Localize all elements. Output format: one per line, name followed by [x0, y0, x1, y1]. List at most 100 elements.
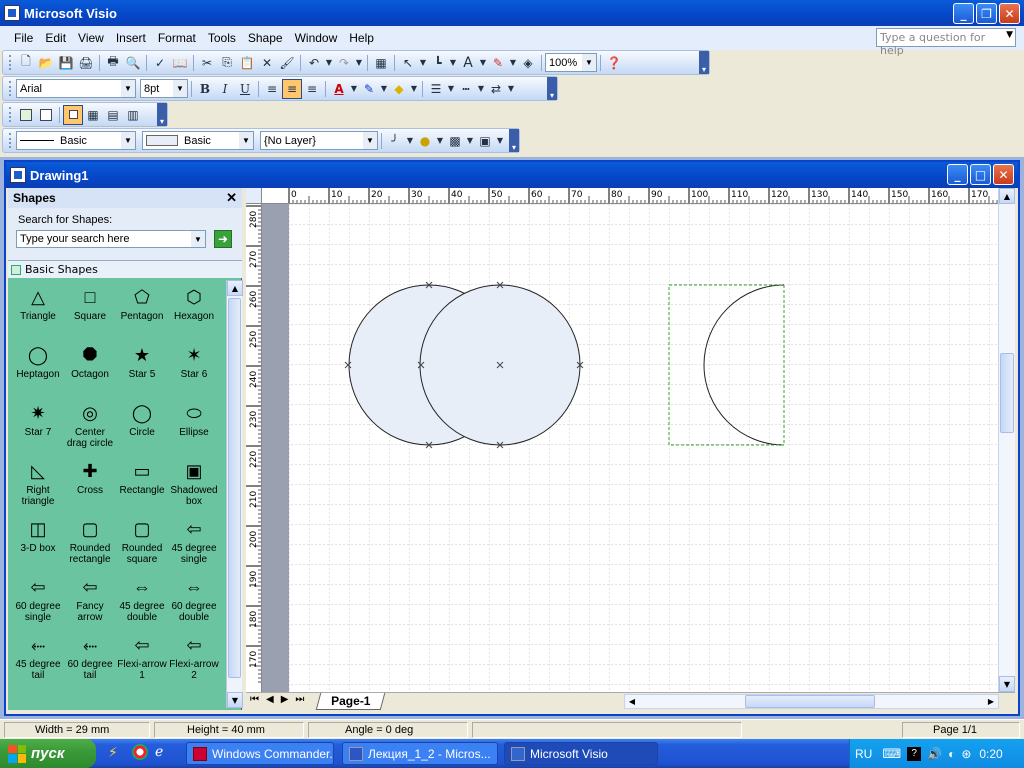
- drawing-minimize-button[interactable]: _: [947, 164, 968, 185]
- minimize-button[interactable]: _: [953, 3, 974, 24]
- fill-pattern-icon[interactable]: ▩: [445, 131, 465, 151]
- chevron-down-icon[interactable]: ▼: [582, 54, 596, 71]
- line-style-select[interactable]: Basic ▼: [16, 131, 136, 150]
- start-button[interactable]: пуск: [0, 739, 96, 768]
- chevron-down-icon[interactable]: ▼: [476, 79, 486, 99]
- stencil-header[interactable]: Basic Shapes: [8, 260, 242, 278]
- line-color-icon[interactable]: ✎: [359, 79, 379, 99]
- save-icon[interactable]: 💾: [56, 53, 76, 73]
- open-icon[interactable]: 📂: [36, 53, 56, 73]
- chevron-down-icon[interactable]: ▼: [191, 231, 205, 247]
- chevron-down-icon[interactable]: ▼: [478, 53, 488, 73]
- page-nav-arrows-icon[interactable]: ⏮◀▶⏭: [250, 694, 311, 705]
- help-icon[interactable]: ❓: [604, 53, 624, 73]
- stencil-shape[interactable]: ★ Star 5: [116, 338, 168, 381]
- stencil-shape[interactable]: ✷ Star 7: [12, 396, 64, 439]
- network-icon[interactable]: ◐: [948, 747, 955, 761]
- stencil-shape[interactable]: ▣ Shadowed box: [168, 454, 220, 508]
- menu-insert[interactable]: Insert: [110, 31, 152, 45]
- font-color-icon[interactable]: A: [329, 79, 349, 99]
- align-right-icon[interactable]: ≡: [302, 79, 322, 99]
- align-left-icon[interactable]: ≡: [262, 79, 282, 99]
- chevron-down-icon[interactable]: ▼: [448, 53, 458, 73]
- spelling-icon[interactable]: ✓: [150, 53, 170, 73]
- research-icon[interactable]: 📖: [170, 53, 190, 73]
- corner-rounding-icon[interactable]: ╯: [385, 131, 405, 151]
- align-center-icon[interactable]: ≡: [282, 78, 302, 99]
- stencil-shape[interactable]: ▢ Rounded square: [116, 512, 168, 566]
- scroll-right-icon[interactable]: ▶: [984, 695, 998, 708]
- font-select[interactable]: Arial ▼: [16, 79, 136, 98]
- permission-icon[interactable]: 🖨: [76, 53, 96, 73]
- connector-tool-icon[interactable]: ┗: [428, 53, 448, 73]
- close-icon[interactable]: ✕: [226, 190, 237, 206]
- ask-question-input[interactable]: Type a question for help ▼: [876, 28, 1016, 57]
- toolbar-options-icon[interactable]: ▾: [157, 103, 167, 126]
- scroll-thumb[interactable]: [1000, 353, 1014, 433]
- scroll-up-icon[interactable]: ▲: [227, 280, 243, 296]
- bold-icon[interactable]: B: [195, 79, 215, 99]
- volume-icon[interactable]: 🔊: [927, 747, 942, 761]
- shapes-window-icon[interactable]: ▦: [371, 53, 391, 73]
- stencil-shape[interactable]: ⬸ 60 degree tail: [64, 628, 116, 682]
- grid-icon[interactable]: ▤: [103, 105, 123, 125]
- fill-color-icon[interactable]: ◆: [389, 79, 409, 99]
- stencil-shape[interactable]: ◯ Heptagon: [12, 338, 64, 381]
- full-page-icon[interactable]: [36, 105, 56, 125]
- scroll-thumb[interactable]: [745, 695, 875, 708]
- menu-tools[interactable]: Tools: [202, 31, 242, 45]
- stencil-shape[interactable]: ✶ Star 6: [168, 338, 220, 381]
- keyboard-icon[interactable]: ⌨: [882, 746, 901, 762]
- stencil-shape[interactable]: ⇦ Flexi-arrow 2: [168, 628, 220, 682]
- menu-edit[interactable]: Edit: [39, 31, 72, 45]
- line-pattern-icon[interactable]: ┅: [456, 79, 476, 99]
- stencil-shape[interactable]: ⬠ Pentagon: [116, 280, 168, 323]
- format-painter-icon[interactable]: 🖌: [277, 53, 297, 73]
- menu-view[interactable]: View: [72, 31, 110, 45]
- shape-search-input[interactable]: Type your search here ▼: [16, 230, 206, 248]
- stencil-shape[interactable]: ⬸ 45 degree tail: [12, 628, 64, 682]
- drawing-close-button[interactable]: ✕: [993, 164, 1014, 185]
- vertical-ruler[interactable]: 280 270 260 250 240 230 220 210 200 190 180 170: [246, 204, 262, 692]
- chevron-down-icon[interactable]: ▼: [1006, 30, 1013, 40]
- drawing-tools-icon[interactable]: ✎: [488, 53, 508, 73]
- chevron-down-icon[interactable]: ▼: [506, 79, 516, 99]
- stencil-scrollbar[interactable]: ▲ ▼: [226, 280, 243, 708]
- chevron-down-icon[interactable]: ▼: [409, 79, 419, 99]
- chevron-down-icon[interactable]: ▼: [173, 80, 187, 97]
- stencil-shape[interactable]: ◺ Right triangle: [12, 454, 64, 508]
- chevron-down-icon[interactable]: ▼: [354, 53, 364, 73]
- task-windows-commander[interactable]: Windows Commander...: [186, 742, 334, 765]
- scroll-thumb[interactable]: [228, 298, 241, 678]
- menu-file[interactable]: File: [8, 31, 39, 45]
- menu-window[interactable]: Window: [289, 31, 344, 45]
- stencil-shape[interactable]: ⇔ 45 degree double: [116, 570, 168, 624]
- clock[interactable]: 0:20: [979, 747, 1002, 761]
- horizontal-ruler[interactable]: 0 10 20 30 40 50 60 70 80 90 100 110 120 130 140 150 160…: [262, 188, 998, 204]
- page-view-icon[interactable]: [16, 105, 36, 125]
- chevron-down-icon[interactable]: ▼: [121, 80, 135, 97]
- help-tray-icon[interactable]: ?: [907, 746, 922, 761]
- italic-icon[interactable]: I: [215, 79, 235, 99]
- stencil-shape[interactable]: ⯃ Octagon: [64, 338, 116, 381]
- close-button[interactable]: ✕: [999, 3, 1020, 24]
- paste-icon[interactable]: 📋: [237, 53, 257, 73]
- stencil-shape[interactable]: ◯ Circle: [116, 396, 168, 439]
- layer-select[interactable]: {No Layer} ▼: [260, 131, 378, 150]
- chevron-down-icon[interactable]: ▼: [446, 79, 456, 99]
- toolbar-options-icon[interactable]: ▾: [699, 51, 709, 74]
- drawing-icon[interactable]: [10, 167, 26, 183]
- print-preview-icon[interactable]: 🔍: [123, 53, 143, 73]
- menu-help[interactable]: Help: [343, 31, 380, 45]
- stencil-shape[interactable]: ⇦ 45 degree single: [168, 512, 220, 566]
- shadow-icon[interactable]: ▣: [475, 131, 495, 151]
- toolbar-grip[interactable]: [9, 81, 12, 96]
- font-size-select[interactable]: 8pt ▼: [140, 79, 188, 98]
- stencil-shape[interactable]: ◎ Center drag circle: [64, 396, 116, 450]
- visio-app-icon[interactable]: [4, 5, 20, 21]
- stencil-shape[interactable]: ◫ 3-D box: [12, 512, 64, 555]
- line-ends-icon[interactable]: ⇄: [486, 79, 506, 99]
- menu-shape[interactable]: Shape: [242, 31, 289, 45]
- chevron-down-icon[interactable]: ▼: [418, 53, 428, 73]
- antivirus-icon[interactable]: ⊛: [961, 747, 971, 761]
